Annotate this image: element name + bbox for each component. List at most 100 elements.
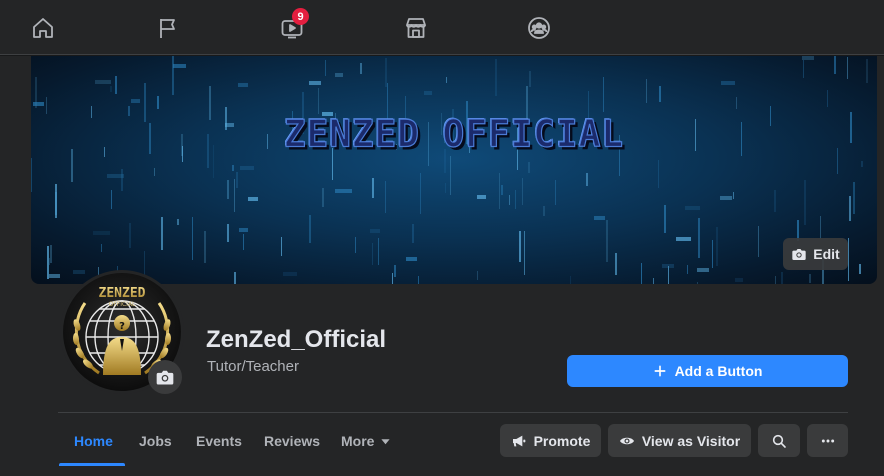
- rain-streak: [283, 272, 297, 276]
- rain-streak: [46, 97, 47, 114]
- rain-streak: [524, 231, 525, 275]
- rain-streak: [412, 224, 414, 243]
- rain-streak: [406, 257, 417, 261]
- rain-streak: [243, 234, 244, 250]
- digital-rain-background: [31, 56, 868, 284]
- eye-icon: [619, 437, 634, 444]
- active-tab-indicator: [59, 463, 125, 466]
- rain-streak: [192, 217, 193, 260]
- rain-streak: [570, 276, 571, 284]
- nav-watch[interactable]: 9: [272, 8, 312, 48]
- header-divider: [58, 412, 848, 413]
- rain-streak: [420, 173, 421, 214]
- rain-streak: [687, 265, 688, 274]
- rain-streak: [49, 258, 50, 265]
- rain-streak: [129, 223, 131, 248]
- view-as-visitor-button[interactable]: View as Visitor: [608, 424, 751, 457]
- rain-streak: [555, 180, 556, 205]
- rain-streak: [698, 218, 700, 258]
- rain-streak: [522, 178, 523, 205]
- edit-cover-button[interactable]: Edit: [783, 238, 848, 270]
- promote-button[interactable]: Promote: [500, 424, 601, 457]
- rain-streak: [758, 226, 759, 257]
- rain-streak: [161, 217, 163, 250]
- view-as-visitor-label: View as Visitor: [641, 432, 741, 449]
- rain-streak: [664, 205, 666, 233]
- rain-streak: [157, 96, 159, 109]
- rain-streak: [849, 196, 851, 221]
- rain-streak: [774, 190, 776, 212]
- rain-streak: [31, 158, 32, 192]
- megaphone-icon: [512, 435, 525, 446]
- cover-photo[interactable]: ZENZED OFFICIAL: [31, 56, 877, 284]
- rain-streak: [446, 77, 447, 83]
- top-navigation-bar: 9: [0, 0, 884, 55]
- rain-streak: [501, 185, 503, 195]
- rain-streak: [318, 88, 319, 114]
- rain-streak: [827, 90, 828, 107]
- rain-streak: [50, 245, 52, 263]
- rain-streak: [49, 274, 60, 278]
- svg-text:?: ?: [119, 321, 125, 332]
- rain-streak: [720, 196, 732, 200]
- flag-icon: [160, 19, 175, 38]
- rain-streak: [603, 77, 604, 112]
- nav-marketplace[interactable]: [396, 8, 436, 48]
- rain-streak: [424, 91, 432, 95]
- tab-more[interactable]: More: [341, 425, 391, 457]
- tab-label: Home: [74, 433, 113, 449]
- rain-streak: [716, 227, 718, 266]
- rain-streak: [586, 173, 588, 186]
- rain-streak: [866, 59, 868, 83]
- rain-streak: [47, 246, 49, 279]
- rain-streak: [528, 162, 530, 173]
- tab-jobs[interactable]: Jobs: [139, 425, 172, 457]
- rain-streak: [154, 168, 155, 176]
- logo-sub-text: OFFICIAL: [109, 301, 136, 308]
- groups-icon: [528, 17, 550, 39]
- rain-streak: [820, 216, 821, 239]
- rain-streak: [450, 156, 451, 195]
- logo-top-text: ZENZED: [99, 286, 146, 301]
- rain-streak: [543, 206, 545, 216]
- tab-label: Events: [196, 433, 242, 449]
- nav-groups[interactable]: [519, 8, 559, 48]
- tab-events[interactable]: Events: [196, 425, 242, 457]
- rain-streak: [248, 197, 258, 201]
- rain-streak: [668, 266, 669, 284]
- rain-streak: [646, 79, 647, 103]
- search-button[interactable]: [758, 424, 800, 457]
- add-a-button[interactable]: Add a Button: [567, 355, 848, 387]
- rain-streak: [733, 192, 734, 199]
- rain-streak: [93, 231, 110, 235]
- rain-streak: [121, 169, 123, 191]
- rain-streak: [445, 183, 446, 193]
- tab-label: Jobs: [139, 433, 172, 449]
- update-profile-picture-button[interactable]: [148, 360, 182, 394]
- more-options-button[interactable]: [807, 424, 848, 457]
- rain-streak: [372, 243, 373, 265]
- camera-icon: [792, 249, 806, 260]
- rain-streak: [848, 238, 849, 281]
- rain-streak: [204, 231, 206, 263]
- rain-streak: [335, 73, 343, 77]
- rain-streak: [335, 189, 352, 193]
- tab-reviews[interactable]: Reviews: [264, 425, 320, 457]
- rain-streak: [325, 60, 326, 76]
- rain-streak: [355, 237, 356, 253]
- tab-home[interactable]: Home: [74, 425, 113, 457]
- rain-streak: [73, 270, 85, 274]
- nav-home[interactable]: [23, 8, 63, 48]
- rain-streak: [697, 268, 709, 272]
- rain-streak: [173, 64, 186, 68]
- rain-streak: [385, 181, 386, 213]
- rain-streak: [131, 99, 140, 103]
- rain-streak: [804, 180, 806, 225]
- rain-streak: [697, 282, 698, 284]
- rain-streak: [735, 278, 743, 282]
- nav-pages[interactable]: [148, 8, 188, 48]
- tab-label: More: [341, 433, 375, 449]
- plus-icon: [654, 365, 666, 377]
- rain-streak: [659, 86, 661, 102]
- rain-streak: [227, 224, 229, 242]
